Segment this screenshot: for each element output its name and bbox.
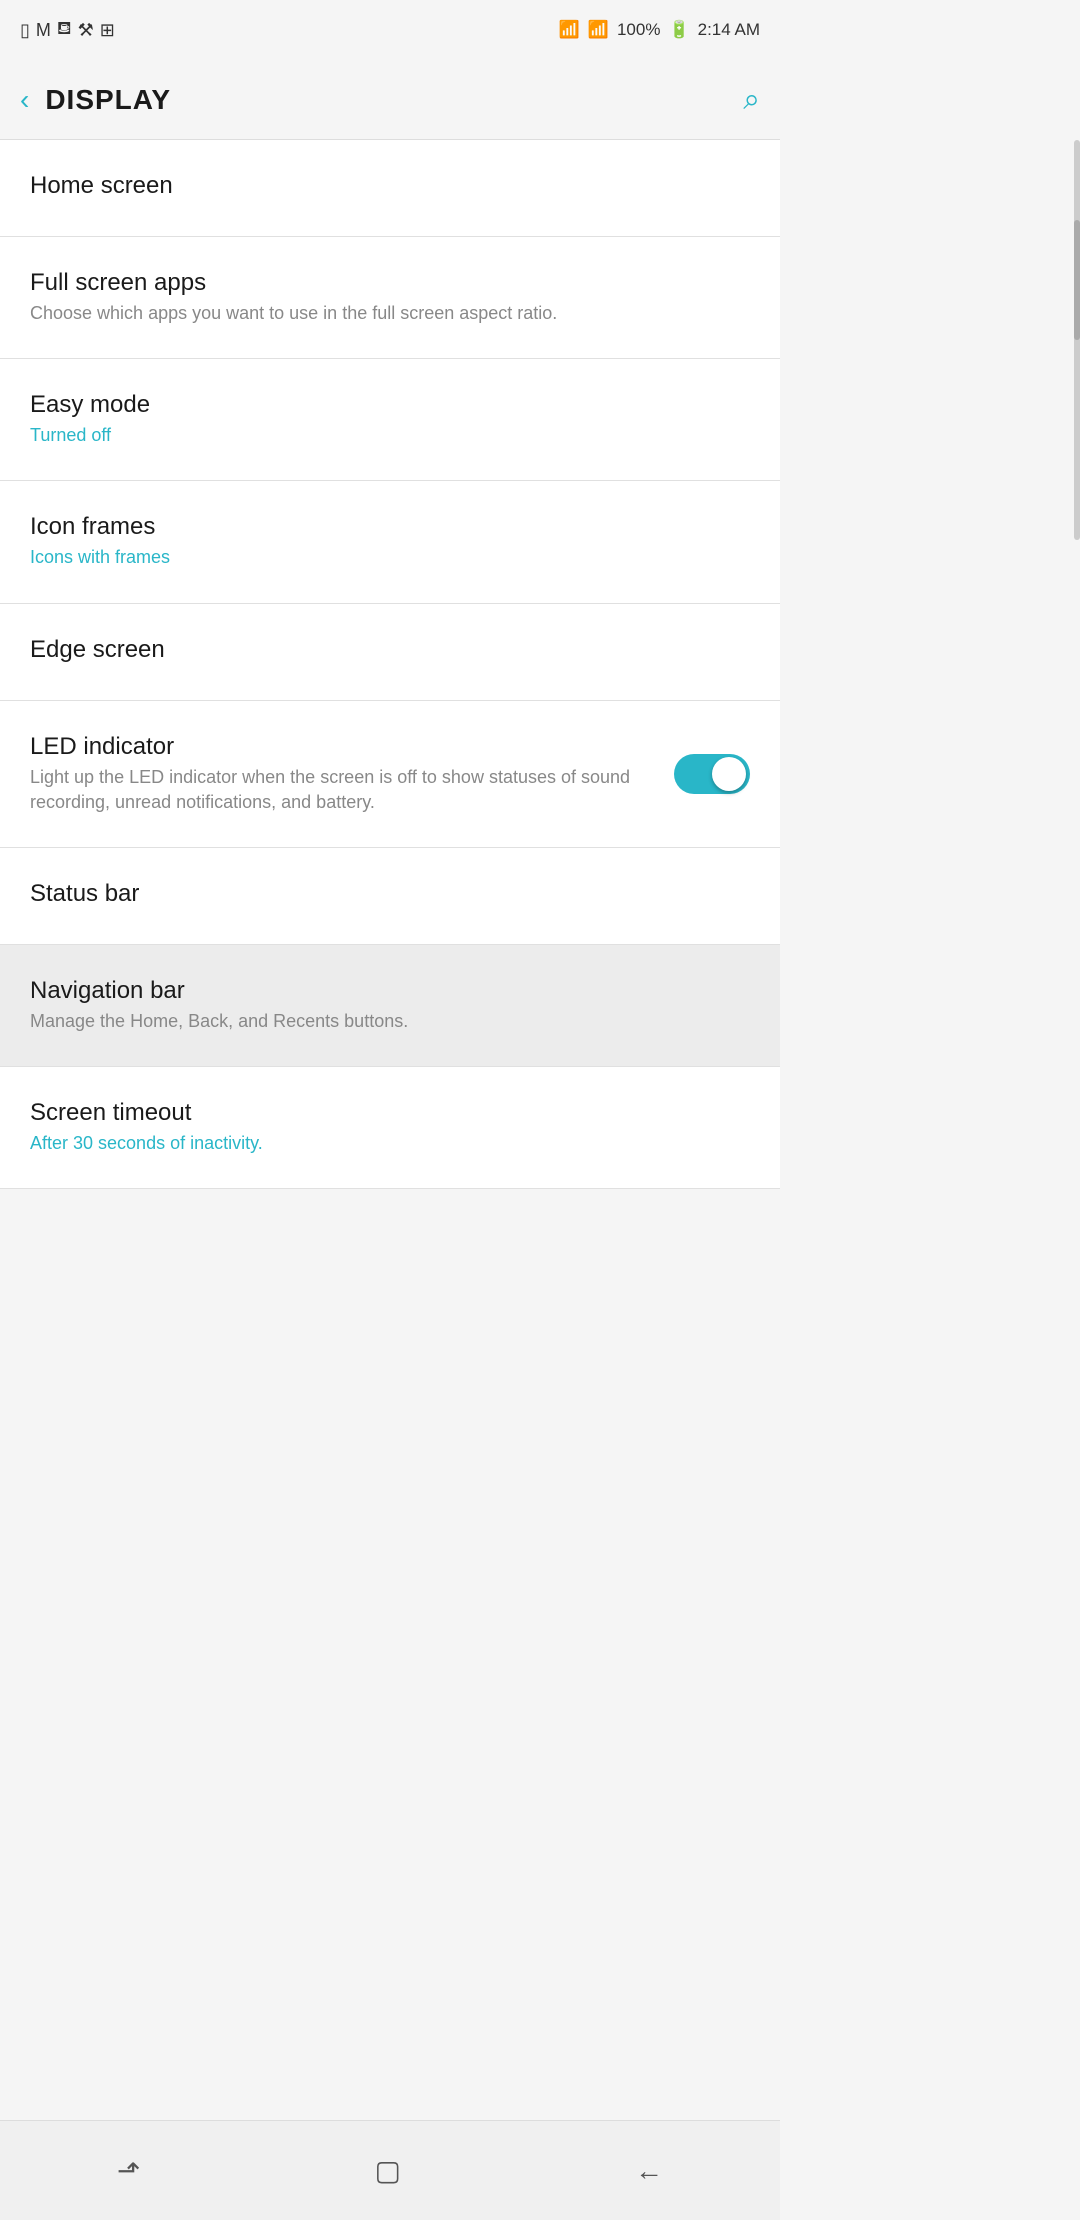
home-button[interactable]: ▢	[374, 2154, 400, 2187]
settings-list: Home screen Full screen apps Choose which …	[0, 140, 780, 1189]
back-button[interactable]: ‹	[20, 84, 29, 116]
settings-item-title-icon-frames: Icon frames	[30, 513, 734, 541]
scrollbar-thumb[interactable]	[1074, 220, 1080, 340]
settings-item-subtitle-led-indicator: Light up the LED indicator when the scre…	[30, 765, 658, 815]
battery-percent: 100%	[617, 20, 660, 40]
nav-bar: ⬏ ▢ ←	[0, 2120, 780, 2220]
settings-item-easy-mode[interactable]: Easy mode Turned off	[0, 359, 780, 481]
settings-item-home-screen[interactable]: Home screen	[0, 140, 780, 237]
recent-apps-button[interactable]: ⬏	[117, 2154, 140, 2187]
settings-item-subtitle-icon-frames: Icons with frames	[30, 545, 734, 570]
header-left: ‹ DISPLAY	[20, 84, 171, 116]
settings-item-content-full-screen-apps: Full screen apps Choose which apps you wa…	[30, 269, 750, 326]
settings-item-title-home-screen: Home screen	[30, 172, 734, 200]
battery-icon: 🔋	[668, 20, 689, 40]
settings-item-content-easy-mode: Easy mode Turned off	[30, 391, 750, 448]
settings-item-subtitle-easy-mode: Turned off	[30, 423, 734, 448]
settings-item-content-navigation-bar: Navigation bar Manage the Home, Back, and…	[30, 977, 750, 1034]
settings-item-subtitle-full-screen-apps: Choose which apps you want to use in the…	[30, 301, 734, 326]
time: 2:14 AM	[698, 20, 760, 40]
status-icons: ▯ M ⛾ ⚒ ⊞	[20, 18, 115, 42]
settings-item-edge-screen[interactable]: Edge screen	[0, 604, 780, 701]
back-nav-button[interactable]: ←	[635, 2155, 663, 2187]
settings-item-content-icon-frames: Icon frames Icons with frames	[30, 513, 750, 570]
settings-item-content-edge-screen: Edge screen	[30, 636, 750, 668]
settings-item-content-screen-timeout: Screen timeout After 30 seconds of inacti…	[30, 1099, 750, 1156]
settings-item-full-screen-apps[interactable]: Full screen apps Choose which apps you wa…	[0, 237, 780, 359]
status-bar: ▯ M ⛾ ⚒ ⊞ 📶 📶 100% 🔋 2:14 AM	[0, 0, 780, 60]
settings-item-title-navigation-bar: Navigation bar	[30, 977, 734, 1005]
settings-item-navigation-bar[interactable]: Navigation bar Manage the Home, Back, and…	[0, 945, 780, 1067]
settings-item-led-indicator[interactable]: LED indicator Light up the LED indicator …	[0, 701, 780, 848]
bottom-spacer	[0, 1189, 780, 1289]
settings-item-subtitle-navigation-bar: Manage the Home, Back, and Recents butto…	[30, 1009, 734, 1034]
settings-item-content-status-bar: Status bar	[30, 880, 750, 912]
signal-icon: 📶	[588, 20, 609, 40]
status-icon-clip: ⊞	[100, 20, 115, 41]
header: ‹ DISPLAY ⌕	[0, 60, 780, 140]
settings-item-screen-timeout[interactable]: Screen timeout After 30 seconds of inacti…	[0, 1067, 780, 1189]
status-icon-image: ⛾	[57, 18, 72, 42]
settings-item-title-full-screen-apps: Full screen apps	[30, 269, 734, 297]
settings-item-title-led-indicator: LED indicator	[30, 733, 658, 761]
status-icon-tool: ⚒	[78, 20, 94, 41]
status-icon-mail: M	[36, 20, 51, 41]
status-icon-phone: ▯	[20, 20, 30, 41]
settings-item-title-edge-screen: Edge screen	[30, 636, 734, 664]
toggle-knob-led-indicator	[712, 757, 746, 791]
settings-item-content-led-indicator: LED indicator Light up the LED indicator …	[30, 733, 674, 815]
settings-item-title-easy-mode: Easy mode	[30, 391, 734, 419]
toggle-led-indicator[interactable]	[674, 754, 750, 794]
search-button[interactable]: ⌕	[743, 83, 760, 117]
settings-item-status-bar[interactable]: Status bar	[0, 848, 780, 945]
settings-item-content-home-screen: Home screen	[30, 172, 750, 204]
settings-item-title-status-bar: Status bar	[30, 880, 734, 908]
toggle-container-led-indicator	[674, 754, 750, 794]
wifi-icon: 📶	[559, 20, 580, 40]
settings-item-title-screen-timeout: Screen timeout	[30, 1099, 734, 1127]
scrollbar[interactable]	[1074, 140, 1080, 540]
settings-item-icon-frames[interactable]: Icon frames Icons with frames	[0, 481, 780, 603]
settings-item-subtitle-screen-timeout: After 30 seconds of inactivity.	[30, 1131, 734, 1156]
status-right: 📶 📶 100% 🔋 2:14 AM	[559, 20, 760, 40]
page-title: DISPLAY	[45, 84, 171, 116]
